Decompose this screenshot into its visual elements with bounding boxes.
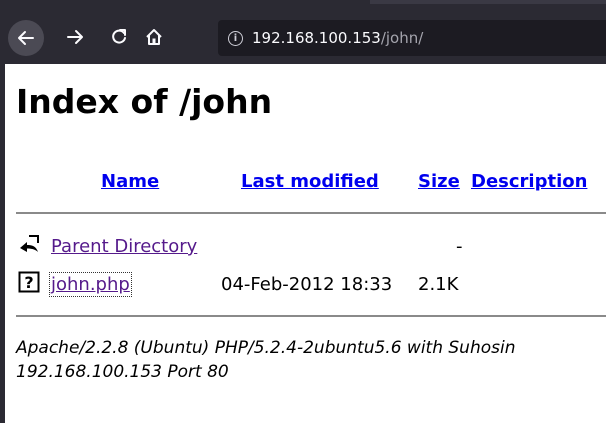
url-host: 192.168.100.153 bbox=[252, 29, 381, 47]
svg-text:?: ? bbox=[24, 273, 33, 292]
back-arrow-icon bbox=[20, 235, 39, 252]
page-content: Index of /john Name Last modified Size D… bbox=[0, 64, 606, 423]
address-bar[interactable]: i 192.168.100.153/john/ bbox=[218, 20, 606, 56]
file-link[interactable]: john.php bbox=[49, 272, 132, 297]
divider-bottom bbox=[16, 315, 606, 317]
file-last-modified: 04-Feb-2012 18:33 bbox=[221, 274, 393, 295]
home-icon bbox=[146, 29, 162, 45]
forward-icon bbox=[67, 30, 83, 44]
reload-icon bbox=[112, 29, 126, 44]
parent-directory-link[interactable]: Parent Directory bbox=[51, 236, 197, 257]
page-title: Index of /john bbox=[16, 82, 273, 121]
column-name-link[interactable]: Name bbox=[101, 171, 159, 192]
column-last-modified-link[interactable]: Last modified bbox=[241, 171, 379, 192]
parent-directory-size: - bbox=[456, 236, 463, 257]
column-size-link[interactable]: Size bbox=[418, 171, 460, 192]
server-signature-line2: 192.168.100.153 Port 80 bbox=[16, 362, 229, 382]
tab-strip bbox=[370, 0, 606, 4]
unknown-file-icon: ? bbox=[18, 271, 40, 293]
window-left-edge bbox=[0, 64, 5, 423]
browser-toolbar: i 192.168.100.153/john/ bbox=[0, 0, 606, 64]
forward-button[interactable] bbox=[60, 22, 90, 52]
server-signature-line1: Apache/2.2.8 (Ubuntu) PHP/5.2.4-2ubuntu5… bbox=[16, 338, 516, 358]
url-path: /john/ bbox=[380, 29, 424, 47]
reload-button[interactable] bbox=[104, 22, 134, 52]
back-icon bbox=[18, 31, 34, 45]
back-button[interactable] bbox=[8, 20, 44, 56]
info-icon[interactable]: i bbox=[228, 30, 243, 46]
file-size: 2.1K bbox=[418, 274, 459, 295]
column-description-link[interactable]: Description bbox=[471, 171, 587, 192]
home-button[interactable] bbox=[139, 22, 169, 52]
server-signature: Apache/2.2.8 (Ubuntu) PHP/5.2.4-2ubuntu5… bbox=[16, 336, 515, 384]
divider-top bbox=[16, 212, 606, 214]
